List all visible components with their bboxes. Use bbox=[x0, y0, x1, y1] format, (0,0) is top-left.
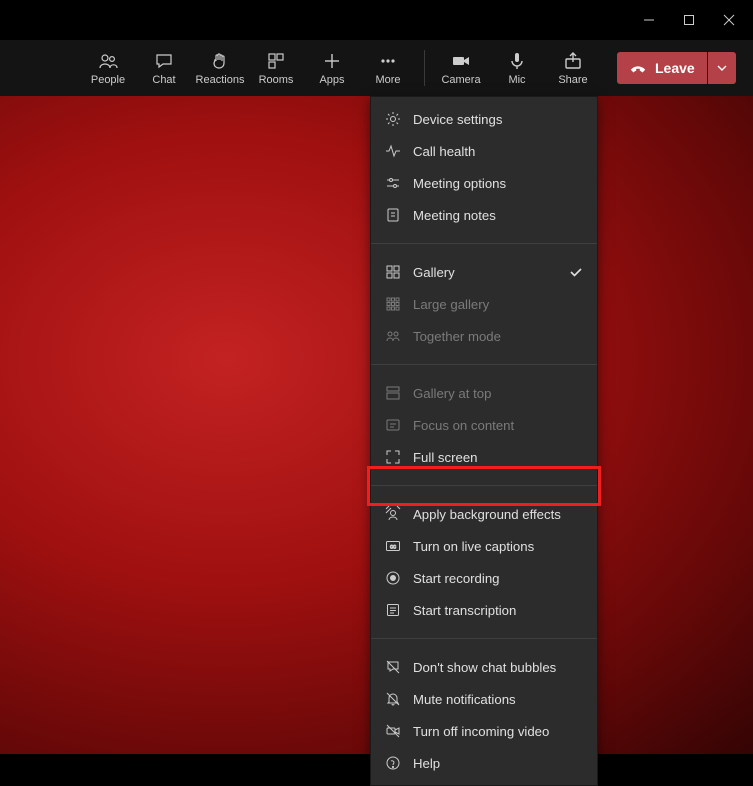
ellipsis-icon bbox=[378, 51, 398, 71]
menu-dont-show-chat-bubbles[interactable]: Don't show chat bubbles bbox=[371, 651, 597, 683]
rooms-icon bbox=[266, 51, 286, 71]
menu-mute-notifications[interactable]: Mute notifications bbox=[371, 683, 597, 715]
share-button[interactable]: Share bbox=[545, 40, 601, 96]
large-grid-icon bbox=[385, 296, 401, 312]
share-label: Share bbox=[558, 75, 587, 86]
notes-icon bbox=[385, 207, 401, 223]
grid-icon bbox=[385, 264, 401, 280]
menu-focus-on-content: Focus on content bbox=[371, 409, 597, 441]
sliders-icon bbox=[385, 175, 401, 191]
menu-meeting-notes[interactable]: Meeting notes bbox=[371, 199, 597, 231]
plus-icon bbox=[322, 51, 342, 71]
more-menu: Device settings Call health Meeting opti… bbox=[370, 96, 598, 786]
rooms-label: Rooms bbox=[259, 75, 294, 86]
menu-device-settings[interactable]: Device settings bbox=[371, 103, 597, 135]
menu-start-recording[interactable]: Start recording bbox=[371, 562, 597, 594]
menu-call-health[interactable]: Call health bbox=[371, 135, 597, 167]
meeting-toolbar: People Chat Reactions Rooms Apps More bbox=[0, 40, 753, 96]
hangup-icon bbox=[629, 59, 647, 77]
menu-meeting-options[interactable]: Meeting options bbox=[371, 167, 597, 199]
window-titlebar bbox=[0, 0, 753, 40]
menu-large-gallery: Large gallery bbox=[371, 288, 597, 320]
menu-separator bbox=[371, 638, 597, 639]
menu-separator bbox=[371, 243, 597, 244]
mic-icon bbox=[507, 51, 527, 71]
apps-button[interactable]: Apps bbox=[304, 40, 360, 96]
hand-icon bbox=[210, 51, 230, 71]
share-icon bbox=[563, 51, 583, 71]
maximize-button[interactable] bbox=[669, 4, 709, 36]
menu-full-screen[interactable]: Full screen bbox=[371, 441, 597, 473]
background-icon bbox=[385, 506, 401, 522]
help-icon bbox=[385, 755, 401, 771]
together-icon bbox=[385, 328, 401, 344]
layout-top-icon bbox=[385, 385, 401, 401]
menu-gallery[interactable]: Gallery bbox=[371, 256, 597, 288]
chat-off-icon bbox=[385, 659, 401, 675]
chevron-down-icon bbox=[716, 62, 728, 74]
mic-button[interactable]: Mic bbox=[489, 40, 545, 96]
apps-label: Apps bbox=[319, 75, 344, 86]
menu-apply-background-effects[interactable]: Apply background effects bbox=[371, 498, 597, 530]
rooms-button[interactable]: Rooms bbox=[248, 40, 304, 96]
people-icon bbox=[98, 51, 118, 71]
leave-button[interactable]: Leave bbox=[617, 52, 707, 84]
gear-icon bbox=[385, 111, 401, 127]
focus-icon bbox=[385, 417, 401, 433]
menu-turn-off-incoming-video[interactable]: Turn off incoming video bbox=[371, 715, 597, 747]
pulse-icon bbox=[385, 143, 401, 159]
menu-separator bbox=[371, 364, 597, 365]
camera-icon bbox=[451, 51, 471, 71]
cc-icon: cc bbox=[385, 538, 401, 554]
reactions-button[interactable]: Reactions bbox=[192, 40, 248, 96]
more-label: More bbox=[375, 75, 400, 86]
menu-live-captions[interactable]: cc Turn on live captions bbox=[371, 530, 597, 562]
people-label: People bbox=[91, 75, 125, 86]
chat-label: Chat bbox=[152, 75, 175, 86]
close-button[interactable] bbox=[709, 4, 749, 36]
people-button[interactable]: People bbox=[80, 40, 136, 96]
reactions-label: Reactions bbox=[196, 75, 245, 86]
record-icon bbox=[385, 570, 401, 586]
toolbar-separator bbox=[424, 50, 425, 86]
transcript-icon bbox=[385, 602, 401, 618]
check-icon bbox=[569, 265, 583, 279]
menu-start-transcription[interactable]: Start transcription bbox=[371, 594, 597, 626]
menu-gallery-at-top: Gallery at top bbox=[371, 377, 597, 409]
minimize-button[interactable] bbox=[629, 4, 669, 36]
leave-dropdown-button[interactable] bbox=[708, 52, 736, 84]
menu-together-mode: Together mode bbox=[371, 320, 597, 352]
leave-group: Leave bbox=[617, 52, 736, 84]
fullscreen-icon bbox=[385, 449, 401, 465]
more-button[interactable]: More bbox=[360, 40, 416, 96]
leave-label: Leave bbox=[655, 60, 695, 76]
video-off-icon bbox=[385, 723, 401, 739]
chat-button[interactable]: Chat bbox=[136, 40, 192, 96]
chat-icon bbox=[154, 51, 174, 71]
mic-label: Mic bbox=[508, 75, 525, 86]
menu-help[interactable]: Help bbox=[371, 747, 597, 779]
camera-button[interactable]: Camera bbox=[433, 40, 489, 96]
menu-separator bbox=[371, 485, 597, 486]
camera-label: Camera bbox=[441, 75, 480, 86]
svg-text:cc: cc bbox=[390, 545, 396, 551]
bell-off-icon bbox=[385, 691, 401, 707]
